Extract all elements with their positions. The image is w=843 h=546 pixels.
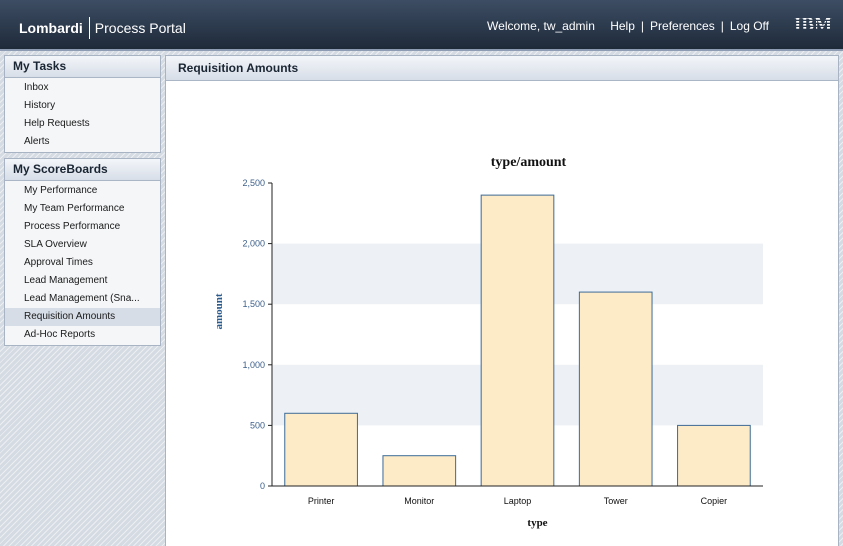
bar-copier <box>677 424 751 487</box>
y-axis-title: amount <box>213 293 225 329</box>
y-tick-label: 500 <box>250 420 265 430</box>
nav-item-lead-management-snapshot[interactable]: Lead Management (Sna... <box>5 290 160 308</box>
logoff-link[interactable]: Log Off <box>730 19 769 33</box>
nav-item-approval-times[interactable]: Approval Times <box>5 254 160 272</box>
nav-item-inbox[interactable]: Inbox <box>5 79 160 97</box>
my-scoreboards-panel: My ScoreBoards My Performance My Team Pe… <box>4 158 161 346</box>
x-category-label: Laptop <box>504 496 532 506</box>
bar-monitor <box>382 455 457 487</box>
y-tick-label: 1,000 <box>242 360 265 370</box>
my-tasks-title: My Tasks <box>5 56 160 78</box>
y-tick-label: 1,500 <box>242 299 265 309</box>
bar-laptop <box>480 194 555 487</box>
nav-item-my-team-performance[interactable]: My Team Performance <box>5 200 160 218</box>
nav-separator: | <box>720 19 724 33</box>
help-link[interactable]: Help <box>610 19 635 33</box>
ibm-logo-text: IBM <box>794 14 832 34</box>
header-nav: Welcome, tw_admin Help | Preferences | Log O… <box>487 19 769 33</box>
brand-product: Process Portal <box>94 20 186 36</box>
x-category-label: Copier <box>701 496 728 506</box>
y-tick-label: 0 <box>260 481 265 491</box>
nav-item-alerts[interactable]: Alerts <box>5 133 160 151</box>
my-scoreboards-title: My ScoreBoards <box>5 159 160 181</box>
bar-chart: 0 500 1,000 1,500 2,000 2,500 Printer Monitor L… <box>213 155 763 529</box>
x-category-label: Tower <box>604 496 628 506</box>
y-tick-label: 2,500 <box>242 178 265 188</box>
nav-item-my-performance[interactable]: My Performance <box>5 182 160 200</box>
chart-title: type/amount <box>491 155 567 170</box>
portal-header: Lombardi Process Portal Welcome, tw_admin… <box>0 0 843 51</box>
my-tasks-panel: My Tasks Inbox History Help Requests Ale… <box>4 55 161 153</box>
nav-item-history[interactable]: History <box>5 97 160 115</box>
my-tasks-list: Inbox History Help Requests Alerts <box>5 78 160 154</box>
report-panel: Requisition Amounts 0 500 1,000 1,500 2,000 2… <box>165 55 839 546</box>
y-axis-ticks: 0 500 1,000 1,500 2,000 2,500 <box>242 178 272 491</box>
ibm-logo: IBM <box>794 14 832 34</box>
x-category-label: Monitor <box>404 496 434 506</box>
nav-item-ad-hoc-reports[interactable]: Ad-Hoc Reports <box>5 326 160 344</box>
nav-item-requisition-amounts[interactable]: Requisition Amounts <box>5 308 160 326</box>
nav-separator: | <box>640 19 645 33</box>
my-scoreboards-list: My Performance My Team Performance Proce… <box>5 181 160 347</box>
bar-tower <box>578 291 653 487</box>
brand-divider <box>88 17 90 39</box>
nav-item-lead-management[interactable]: Lead Management <box>5 272 160 290</box>
nav-item-help-requests[interactable]: Help Requests <box>5 115 160 133</box>
y-tick-label: 2,000 <box>242 239 265 249</box>
nav-item-process-performance[interactable]: Process Performance <box>5 218 160 236</box>
bar-series <box>284 194 751 487</box>
bar-printer <box>284 412 358 487</box>
nav-item-sla-overview[interactable]: SLA Overview <box>5 236 160 254</box>
brand-name: Lombardi <box>19 20 83 36</box>
portal-brand: Lombardi Process Portal <box>19 17 186 39</box>
x-category-label: Printer <box>308 496 335 506</box>
x-axis-title: type <box>527 517 547 529</box>
preferences-link[interactable]: Preferences <box>650 19 715 33</box>
welcome-text: Welcome, tw_admin <box>487 19 595 33</box>
x-axis-categories: Printer Monitor Laptop Tower Copier <box>308 496 727 506</box>
